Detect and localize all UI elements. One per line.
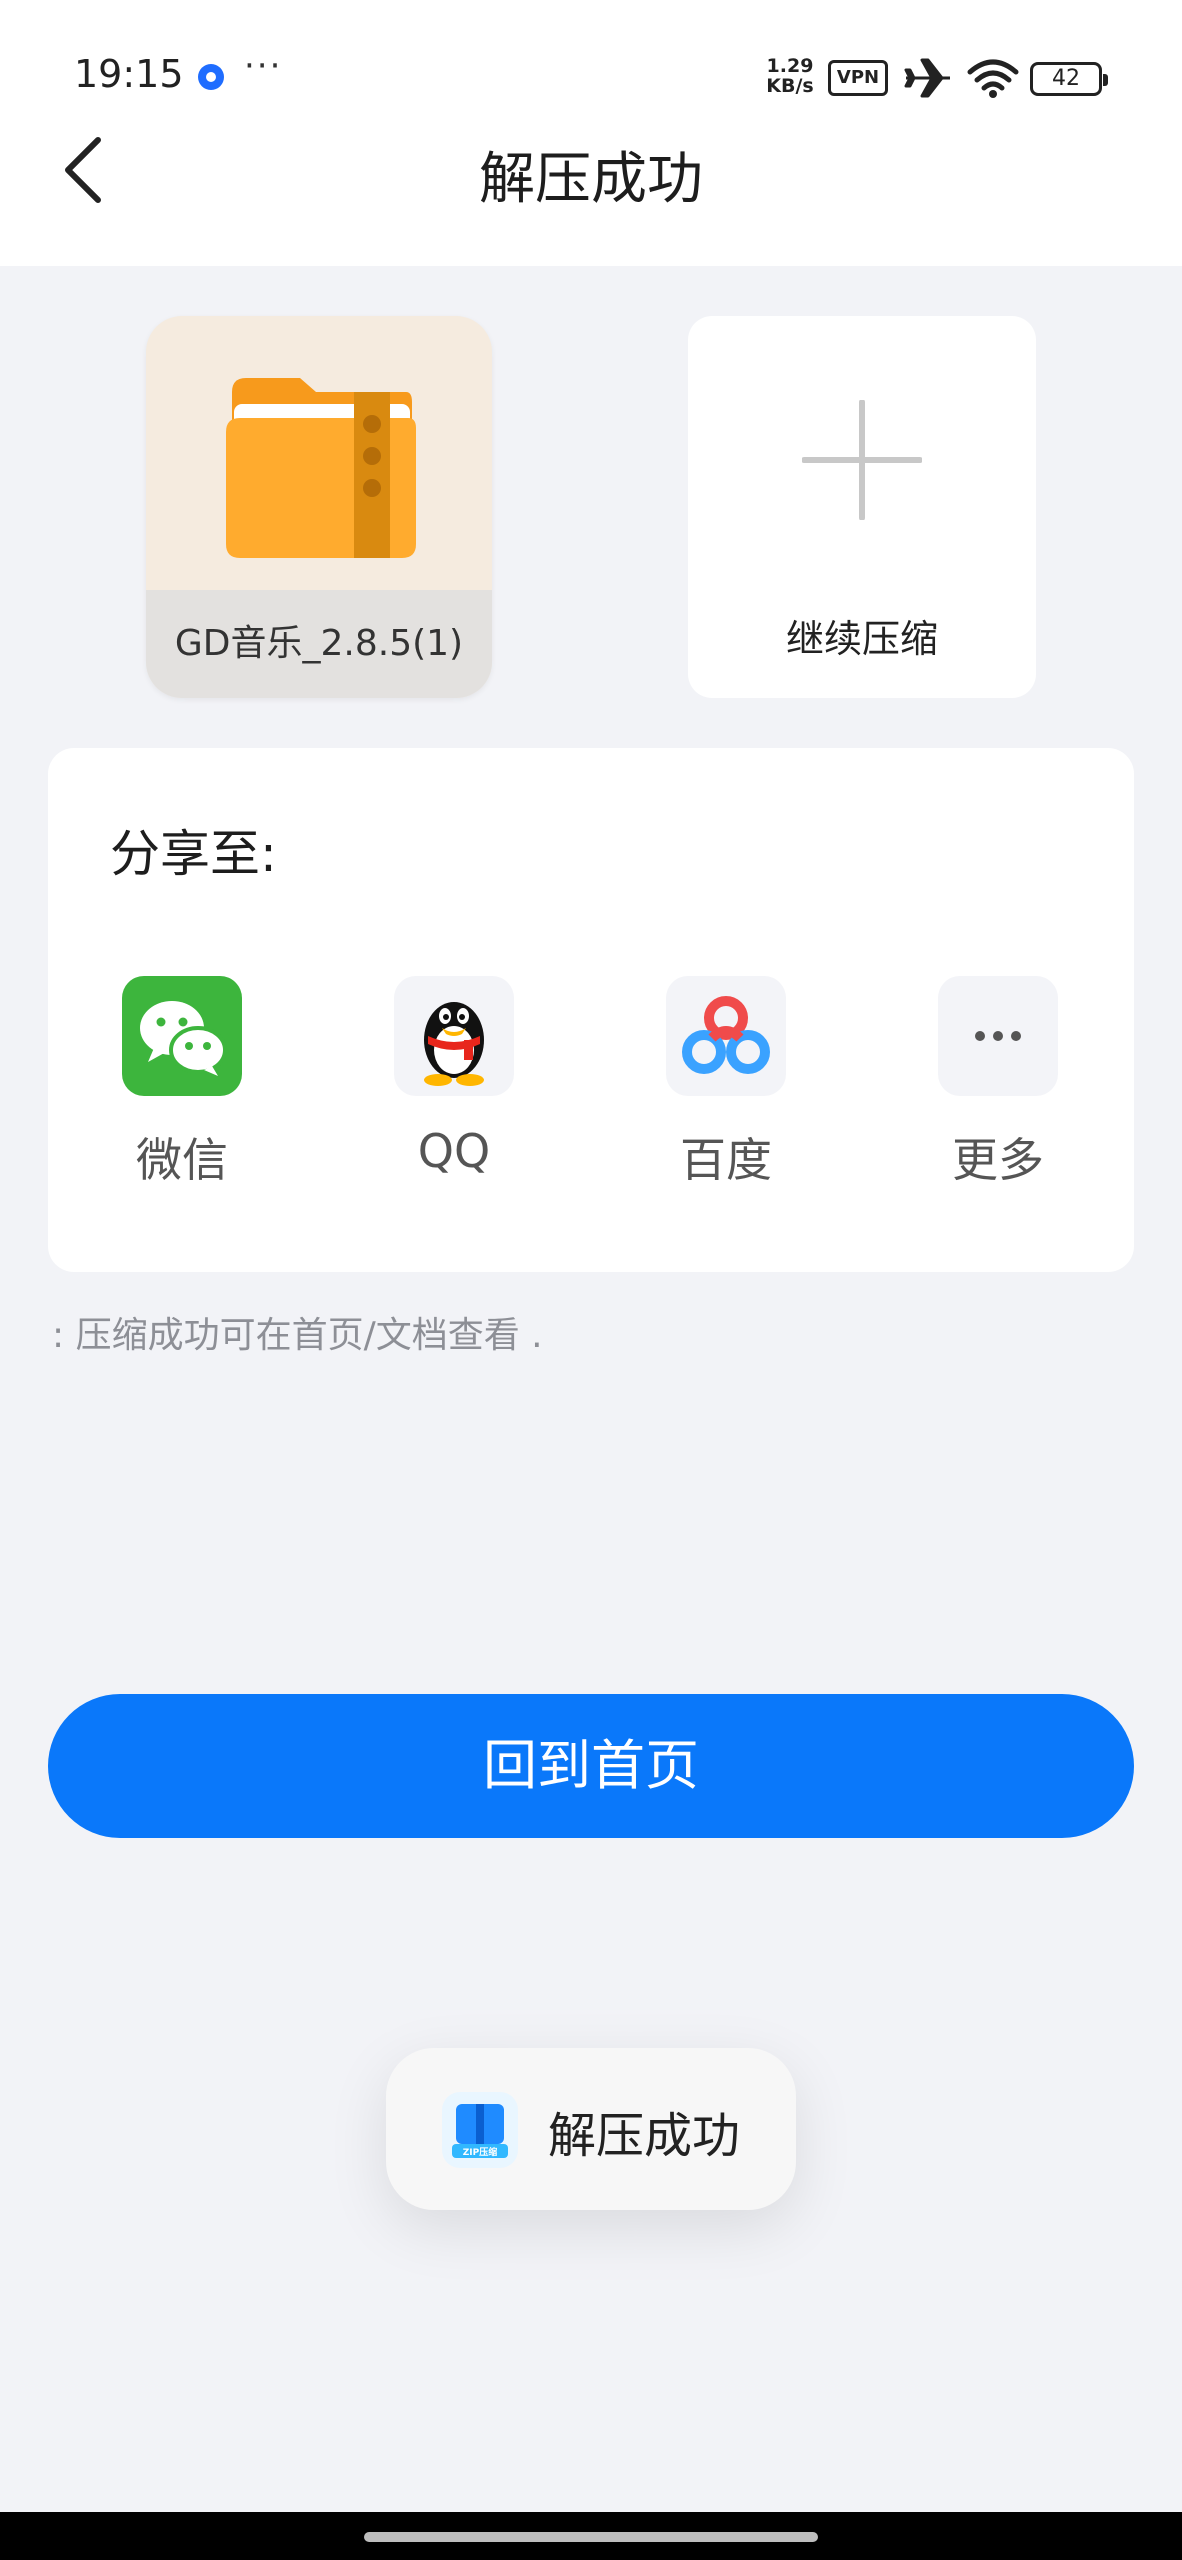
extracted-folder-tile[interactable]: GD音乐_2.8.5(1) (146, 316, 492, 698)
qq-icon (394, 976, 514, 1096)
network-speed-unit: KB/s (766, 75, 814, 97)
share-card: 分享至: 微信 QQ 百度 更多 (48, 748, 1134, 1272)
status-bar: 19:15 ··· 1.29 KB/s VPN 42 (0, 0, 1182, 140)
more-icon (938, 976, 1058, 1096)
share-baidu[interactable]: 百度 (626, 976, 826, 1216)
continue-compress-label: 继续压缩 (785, 617, 938, 661)
top-area: 19:15 ··· 1.29 KB/s VPN 42 解压成功 (0, 0, 1182, 266)
zip-app-icon: ZIP压缩 (442, 2092, 518, 2168)
plus-icon (802, 400, 922, 520)
share-qq[interactable]: QQ (354, 976, 554, 1216)
share-qq-label: QQ (417, 1124, 491, 1178)
share-wechat[interactable]: 微信 (82, 976, 282, 1216)
share-wechat-label: 微信 (136, 1133, 228, 1187)
continue-compress-tile[interactable]: 继续压缩 (688, 316, 1036, 698)
share-title: 分享至: (110, 825, 277, 883)
notification-app-icon (198, 64, 224, 90)
network-speed-value: 1.29 (766, 55, 814, 77)
network-speed: 1.29 KB/s (762, 56, 818, 96)
toast: ZIP压缩 解压成功 (386, 2048, 796, 2210)
baidu-netdisk-icon (666, 976, 786, 1096)
zip-app-icon-text: ZIP压缩 (463, 2146, 497, 2158)
hint-text: : 压缩成功可在首页/文档查看 . (52, 1315, 543, 1356)
zip-folder-icon (226, 378, 416, 558)
share-more[interactable]: 更多 (898, 976, 1098, 1216)
share-more-label: 更多 (952, 1133, 1044, 1187)
status-time: 19:15 (74, 52, 184, 96)
wifi-icon (967, 59, 1019, 98)
status-more-icon: ··· (244, 46, 283, 86)
share-baidu-label: 百度 (680, 1133, 772, 1187)
home-gesture-handle[interactable] (364, 2532, 818, 2542)
screen: 19:15 ··· 1.29 KB/s VPN 42 解压成功 GD音乐_2.8… (0, 0, 1182, 2560)
toast-text: 解压成功 (548, 2108, 741, 2164)
folder-name: GD音乐_2.8.5(1) (146, 590, 492, 698)
page-title: 解压成功 (479, 147, 703, 212)
vpn-icon: VPN (828, 60, 888, 96)
back-to-home-button[interactable]: 回到首页 (48, 1694, 1134, 1838)
battery-icon: 42 (1030, 62, 1108, 96)
wechat-icon (122, 976, 242, 1096)
airplane-mode-icon (904, 58, 950, 98)
